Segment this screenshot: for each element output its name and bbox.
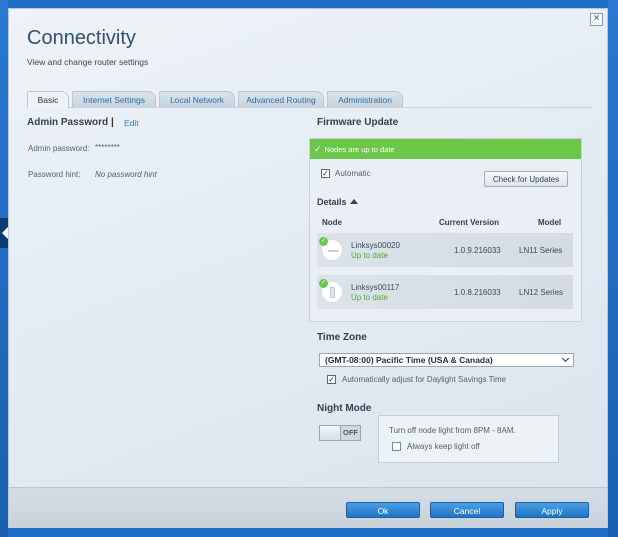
admin-password-title: Admin Password bbox=[27, 117, 109, 128]
title-separator: | bbox=[111, 117, 114, 128]
night-mode-toggle[interactable]: OFF bbox=[319, 425, 361, 441]
node-status: Up to date bbox=[351, 293, 388, 302]
node-model: LN11 Series bbox=[519, 246, 563, 255]
page-subtitle: View and change router settings bbox=[27, 57, 149, 67]
node-version: 1.0.9.216033 bbox=[454, 246, 501, 255]
column-header-node: Node bbox=[322, 218, 342, 227]
node-status: Up to date bbox=[351, 251, 388, 260]
connectivity-dialog: × Connectivity View and change router se… bbox=[8, 8, 608, 528]
tab-advanced-routing[interactable]: Advanced Routing bbox=[238, 91, 324, 107]
tab-internet-settings[interactable]: Internet Settings bbox=[72, 91, 156, 107]
dialog-header: Connectivity View and change router sett… bbox=[9, 9, 607, 89]
toggle-knob bbox=[320, 426, 341, 440]
desktop-background-right bbox=[608, 0, 618, 537]
firmware-update-title: Firmware Update bbox=[317, 117, 399, 128]
firmware-status-banner: ✓ Nodes are up to date bbox=[310, 139, 581, 159]
firmware-status-text: Nodes are up to date bbox=[324, 145, 395, 154]
status-ok-icon: ✓ bbox=[319, 279, 328, 288]
admin-password-label: Admin password: bbox=[28, 144, 90, 153]
dst-label: Automatically adjust for Daylight Saving… bbox=[342, 375, 507, 384]
checkmark-icon: ✓ bbox=[314, 144, 322, 154]
admin-password-value: ******** bbox=[95, 143, 120, 152]
ok-button[interactable]: Ok bbox=[346, 502, 420, 518]
chevron-down-icon bbox=[561, 354, 570, 363]
automatic-update-label: Automatic bbox=[335, 169, 371, 178]
node-model: LN12 Series bbox=[519, 288, 564, 297]
dst-checkbox[interactable]: ✓ bbox=[327, 375, 336, 384]
always-keep-light-off-checkbox[interactable] bbox=[392, 442, 401, 451]
time-zone-select[interactable]: (GMT-08:00) Pacific Time (USA & Canada) bbox=[319, 353, 574, 367]
apply-button[interactable]: Apply bbox=[515, 502, 589, 518]
node-name: Linksys00117 bbox=[351, 283, 400, 292]
details-label: Details bbox=[317, 197, 347, 207]
dialog-footer: Ok Cancel Apply bbox=[9, 487, 607, 528]
check-for-updates-button[interactable]: Check for Updates bbox=[484, 171, 568, 187]
firmware-panel: ✓ Nodes are up to date ✓ Automatic Check … bbox=[309, 138, 582, 322]
time-zone-selected-value: (GMT-08:00) Pacific Time (USA & Canada) bbox=[325, 355, 493, 365]
desktop-background-left bbox=[0, 0, 8, 537]
table-row[interactable]: ✓ Linksys00020 Up to date 1.0.9.216033 L… bbox=[317, 233, 573, 267]
tab-basic[interactable]: Basic bbox=[27, 91, 69, 108]
tab-local-network[interactable]: Local Network bbox=[159, 91, 235, 107]
side-panel-toggle[interactable] bbox=[0, 218, 8, 248]
cancel-button[interactable]: Cancel bbox=[430, 502, 504, 518]
details-toggle[interactable]: Details bbox=[317, 197, 358, 207]
automatic-update-checkbox[interactable]: ✓ bbox=[321, 169, 330, 178]
password-hint-value: No password hint bbox=[95, 170, 157, 179]
time-zone-title: Time Zone bbox=[317, 332, 367, 343]
status-ok-icon: ✓ bbox=[319, 237, 328, 246]
always-keep-light-off-label: Always keep light off bbox=[407, 442, 480, 451]
table-row[interactable]: ✓ Linksys00117 Up to date 1.0.8.216033 L… bbox=[317, 275, 573, 309]
node-name: Linksys00020 bbox=[351, 241, 400, 250]
node-version: 1.0.8.216033 bbox=[454, 288, 501, 297]
night-mode-options-panel: Turn off node light from 8PM - 8AM. Alwa… bbox=[378, 415, 559, 463]
edit-password-link[interactable]: Edit bbox=[124, 118, 139, 128]
page-title: Connectivity bbox=[27, 27, 136, 49]
caret-up-icon bbox=[349, 199, 358, 204]
tab-bar: Basic Internet Settings Local Network Ad… bbox=[27, 91, 592, 108]
password-hint-label: Password hint: bbox=[28, 170, 81, 179]
night-mode-title: Night Mode bbox=[317, 403, 372, 414]
column-header-version: Current Version bbox=[439, 218, 500, 227]
night-mode-description: Turn off node light from 8PM - 8AM. bbox=[389, 426, 516, 435]
toggle-state-label: OFF bbox=[343, 428, 358, 437]
tab-administration[interactable]: Administration bbox=[327, 91, 403, 107]
column-header-model: Model bbox=[538, 218, 562, 227]
